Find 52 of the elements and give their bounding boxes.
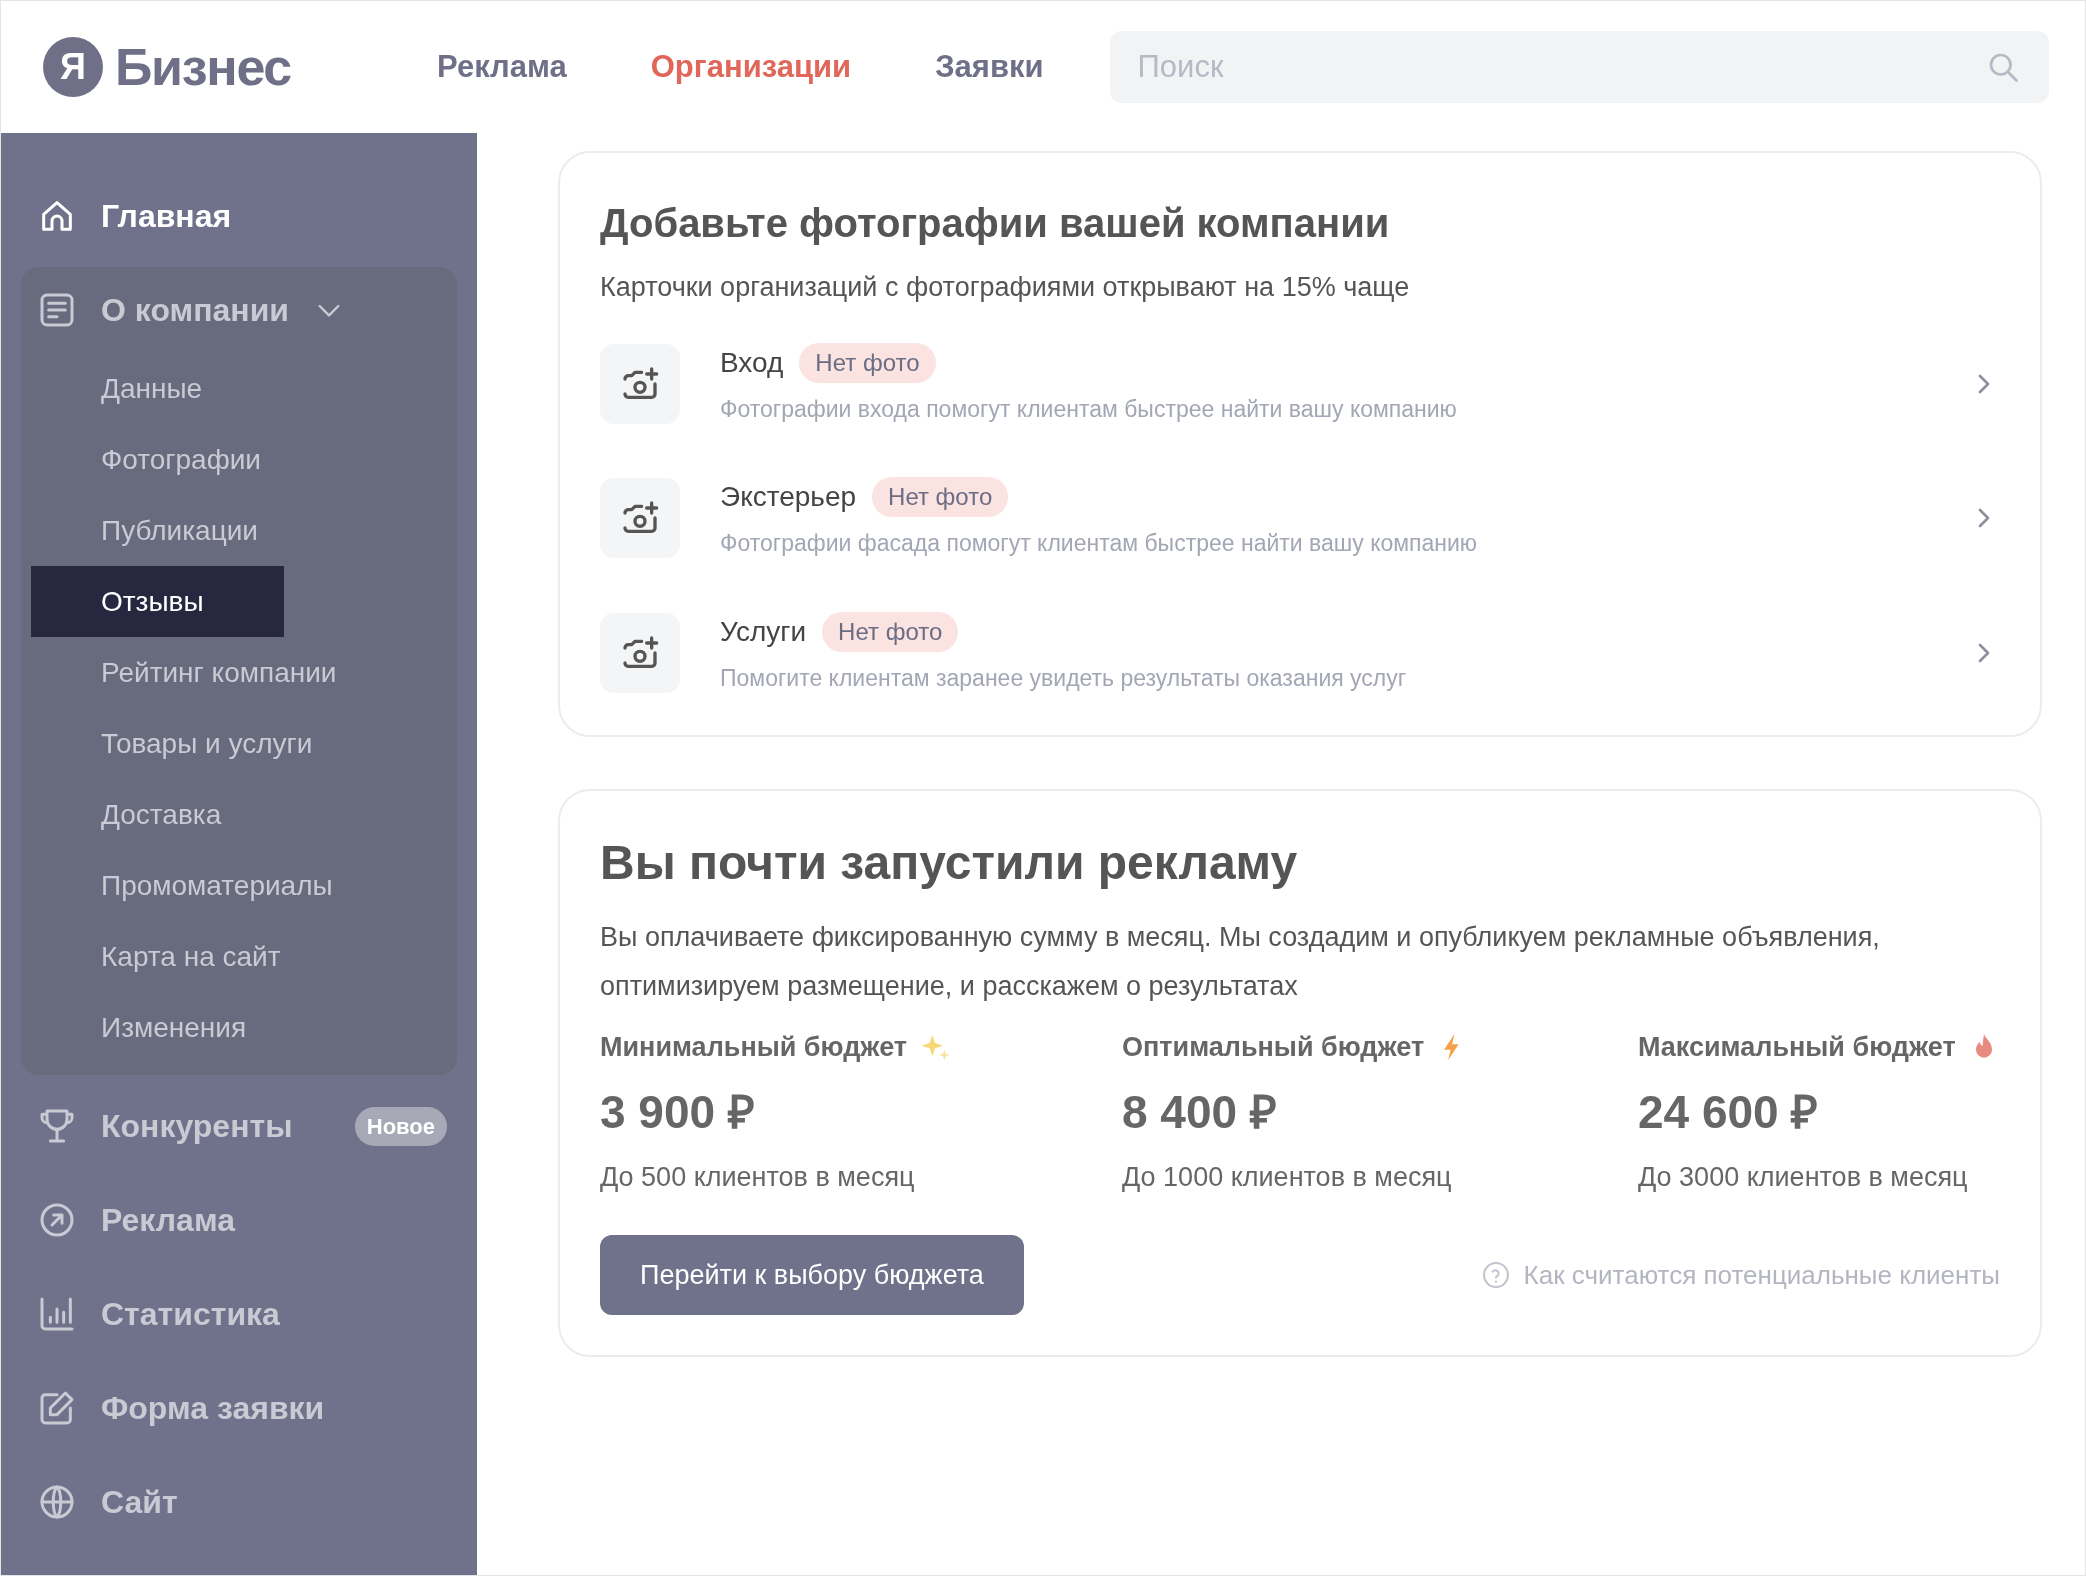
row-title: Вход xyxy=(720,345,784,380)
card-subtitle: Карточки организаций с фотографиями открывают на 15% чаще xyxy=(600,271,1411,304)
budget-price: 3 900 ₽ xyxy=(600,1084,756,1140)
nav-link[interactable]: Реклама xyxy=(437,43,567,91)
budget-price: 8 400 ₽ xyxy=(1122,1084,1278,1140)
row-description: Фотографии входа помогут клиентам быстрее найти вашу компанию xyxy=(720,394,1458,424)
menu-item[interactable]: Статистика xyxy=(101,1290,280,1338)
logo-mark[interactable]: Я xyxy=(43,37,103,97)
budget-clients: До 3000 клиентов в месяц xyxy=(1638,1160,1969,1194)
status-badge: Нет фото xyxy=(822,611,959,652)
submenu-item[interactable]: Товары и услуги xyxy=(31,708,393,779)
row-description: Помогите клиентам заранее увидеть результаты оказания услуг xyxy=(720,663,1408,693)
submenu-item[interactable]: Промоматериалы xyxy=(31,850,413,921)
card-description: Вы оплачиваете фиксированную сумму в месяц. Мы создадим и опубликуем рекламные объявления, оптимизируем размещение, и расскажем о результатах xyxy=(600,921,1881,1003)
search-input[interactable]: Поиск xyxy=(1137,43,1985,91)
menu-item[interactable]: О компании xyxy=(101,286,289,334)
row-title: Экстерьер xyxy=(720,480,857,514)
row-title: Услуги xyxy=(720,614,807,649)
card-title: Добавьте фотографии вашей компании xyxy=(600,200,1391,247)
submenu-item[interactable]: Рейтинг компании xyxy=(31,637,417,708)
budget-label: Минимальный бюджет xyxy=(600,1031,908,1064)
status-badge: Нет фото xyxy=(872,477,1009,517)
status-badge: Нет фото xyxy=(799,342,936,383)
budget-label: Оптимальный бюджет xyxy=(1122,1031,1425,1064)
menu-item[interactable]: Конкуренты xyxy=(101,1102,293,1150)
submenu-item[interactable]: Карта на сайт xyxy=(31,921,361,992)
menu-item[interactable]: Сайт xyxy=(101,1478,178,1526)
add-photo-button[interactable] xyxy=(600,343,680,424)
submenu-item[interactable]: Изменения xyxy=(31,992,327,1063)
menu-item[interactable]: Главная xyxy=(101,192,232,240)
submenu-item[interactable]: Данные xyxy=(31,353,283,424)
menu-item[interactable]: Реклама xyxy=(101,1196,235,1244)
submenu-item[interactable]: Публикации xyxy=(31,495,338,566)
help-link[interactable]: Как считаются потенциальные клиенты xyxy=(1523,1255,2000,1295)
submenu-item[interactable]: Фотографии xyxy=(31,424,341,495)
nav-link[interactable]: Организации xyxy=(650,43,852,91)
add-photo-button[interactable] xyxy=(600,612,680,693)
budget-price: 24 600 ₽ xyxy=(1638,1084,1820,1140)
card-title: Вы почти запустили рекламу xyxy=(600,835,1299,891)
submenu-item[interactable]: Доставка xyxy=(31,779,302,850)
budget-label: Максимальный бюджет xyxy=(1638,1031,1956,1064)
menu-item[interactable]: Форма заявки xyxy=(101,1384,325,1432)
search-bar[interactable]: Поиск xyxy=(1109,31,2049,103)
row-description: Фотографии фасада помогут клиентам быстрее найти вашу компанию xyxy=(720,529,1479,558)
new-badge: Новое xyxy=(354,1106,447,1146)
choose-budget-button[interactable]: Перейти к выбору бюджета xyxy=(600,1235,1024,1315)
add-photo-button[interactable] xyxy=(600,478,680,559)
logo-text: Бизнес xyxy=(115,37,291,98)
budget-clients: До 1000 клиентов в месяц xyxy=(1122,1160,1453,1194)
submenu-item[interactable]: Отзывы xyxy=(31,566,284,637)
budget-clients: До 500 клиентов в месяц xyxy=(600,1160,916,1194)
nav-link[interactable]: Заявки xyxy=(935,43,1044,91)
